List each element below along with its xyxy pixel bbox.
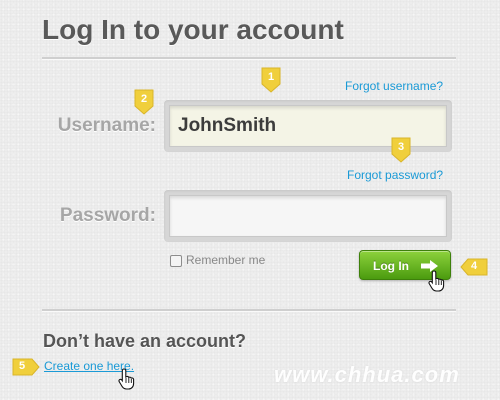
remember-me-checkbox[interactable]	[170, 255, 182, 267]
callout-marker-2: 2	[133, 89, 155, 115]
watermark-text: www.chhua.com	[274, 362, 460, 387]
remember-me-label[interactable]: Remember me	[186, 253, 265, 267]
login-button-label: Log In	[373, 259, 409, 273]
callout-marker-1: 1	[260, 67, 282, 93]
callout-number: 1	[267, 71, 275, 83]
callout-number: 2	[140, 93, 148, 105]
callout-marker-3: 3	[390, 137, 412, 163]
divider-bottom	[42, 309, 456, 312]
password-input[interactable]	[169, 195, 447, 237]
callout-marker-5: 5	[12, 357, 40, 377]
username-label: Username:	[57, 115, 156, 136]
forgot-password-link[interactable]: Forgot password?	[347, 168, 443, 182]
forgot-username-link[interactable]: Forgot username?	[345, 79, 443, 93]
callout-number: 3	[397, 141, 405, 153]
callout-number: 4	[471, 260, 478, 272]
signup-heading: Don’t have an account?	[43, 331, 247, 351]
callout-number: 5	[19, 360, 26, 372]
hand-cursor-icon	[118, 368, 135, 390]
divider-top	[42, 57, 456, 60]
hand-cursor-icon	[428, 270, 445, 292]
password-label: Password:	[59, 205, 156, 226]
callout-marker-4: 4	[460, 257, 488, 277]
password-field-frame	[164, 190, 452, 242]
page-title: Log In to your account	[42, 14, 344, 45]
